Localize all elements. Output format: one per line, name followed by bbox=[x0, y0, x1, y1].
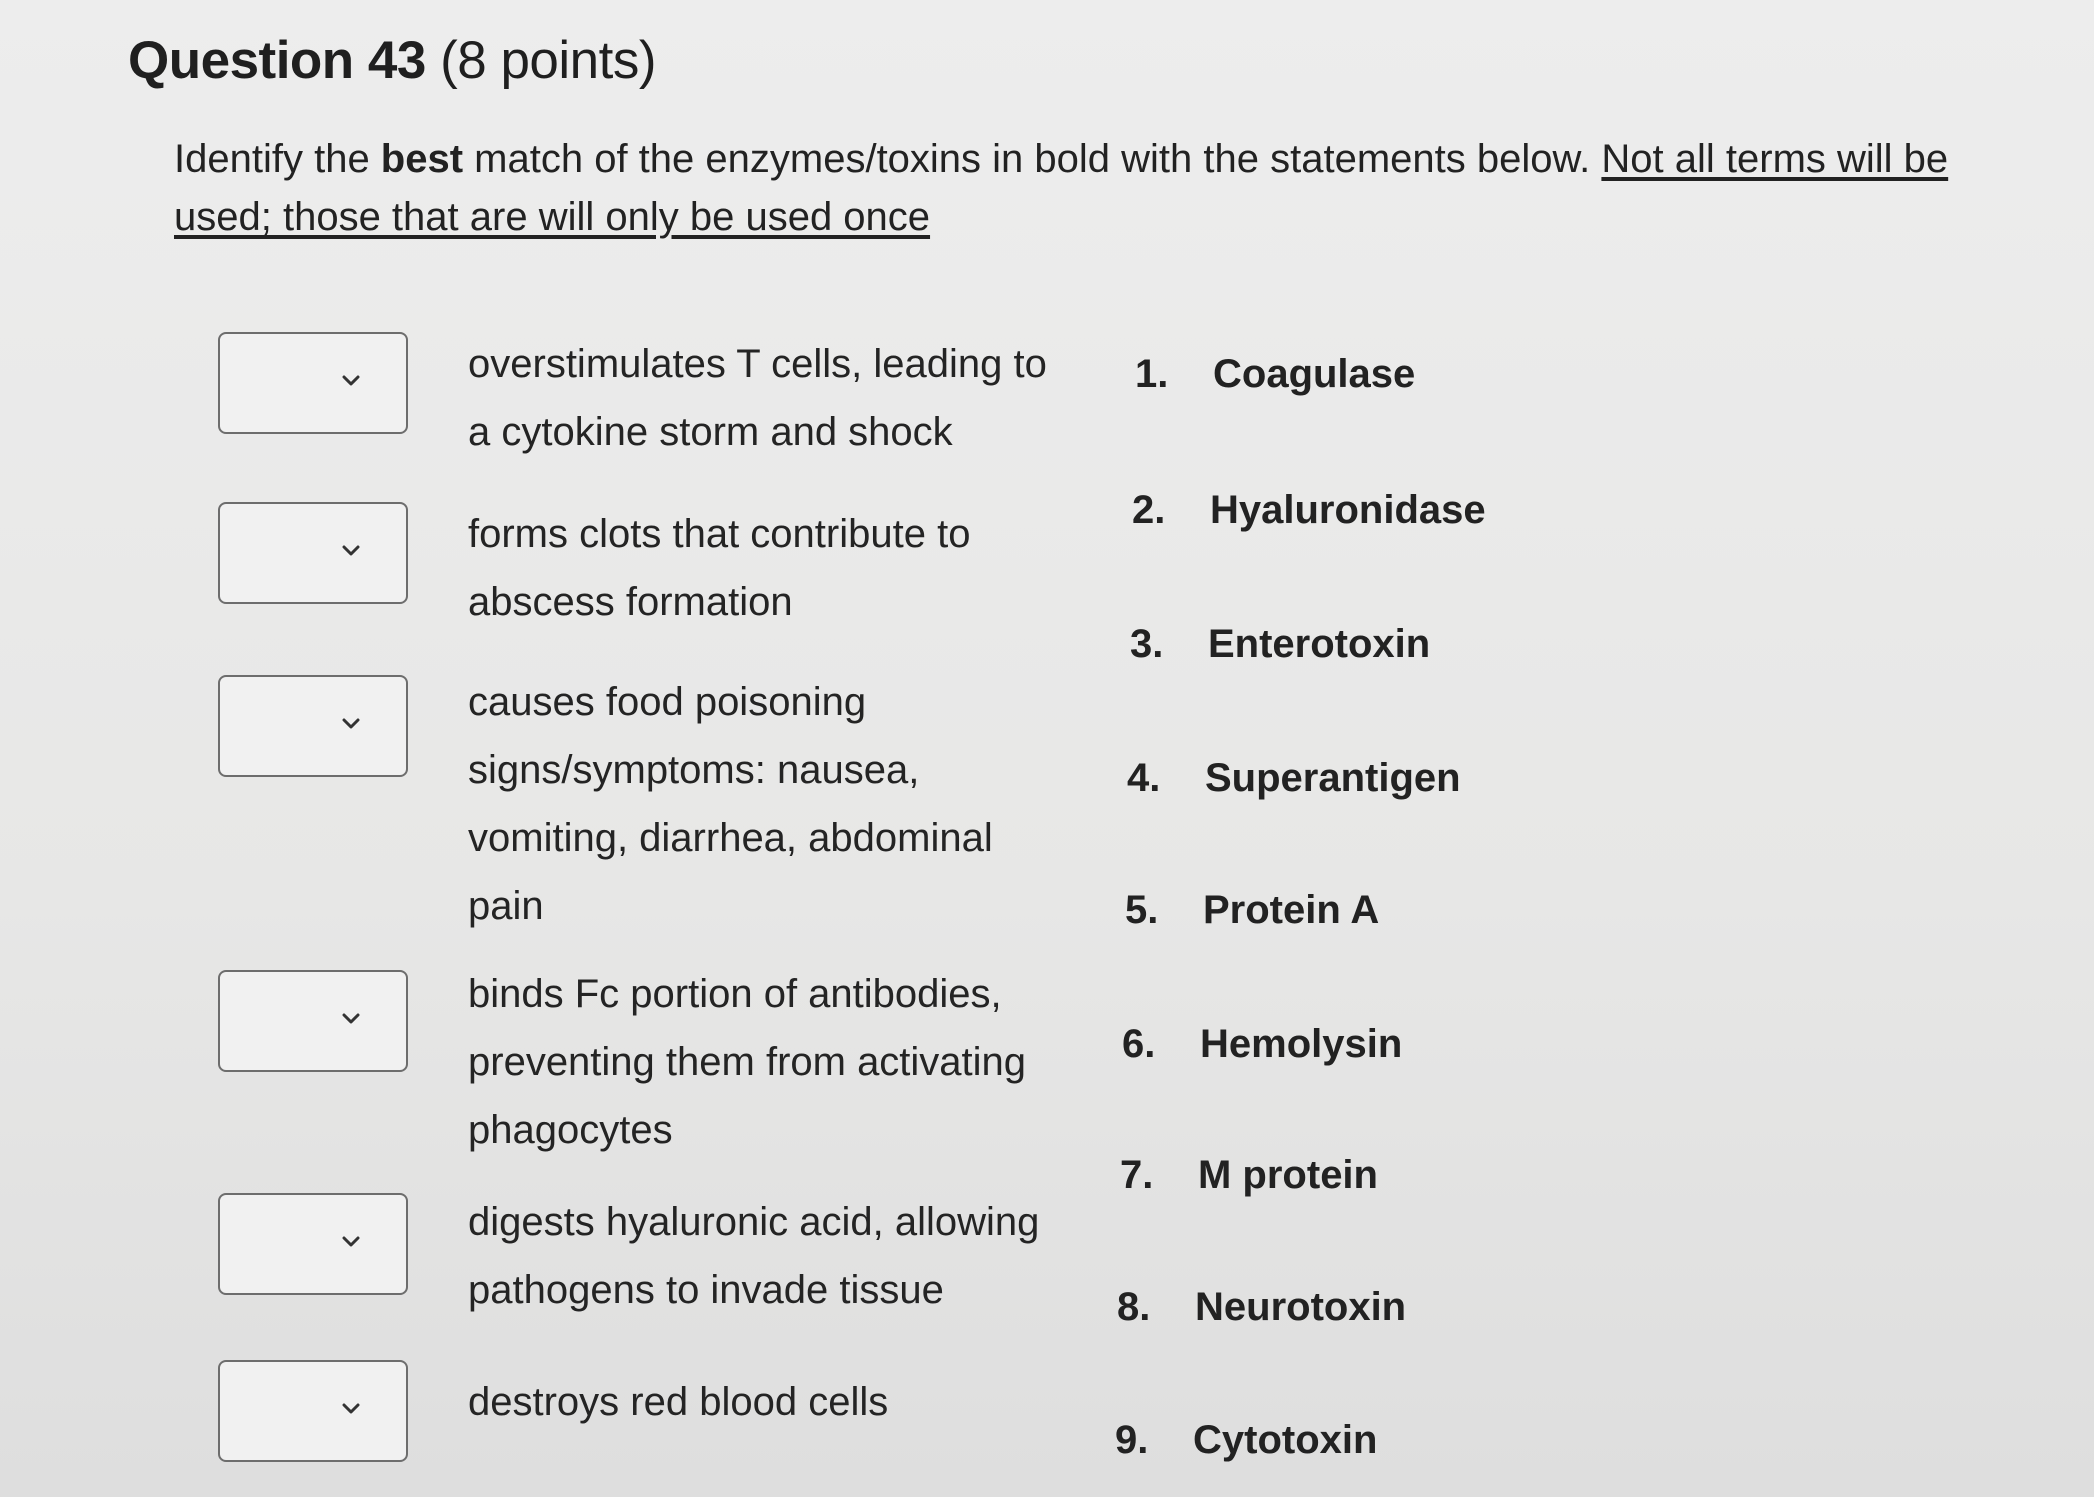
term-name: M protein bbox=[1198, 1153, 1378, 1197]
match-statement: digests hyaluronic acid, allowing pathog… bbox=[468, 1200, 1040, 1312]
term-name: Hyaluronidase bbox=[1210, 488, 1486, 532]
term-number: 7. bbox=[1120, 1153, 1154, 1197]
chevron-down-icon bbox=[342, 718, 360, 729]
instructions-bold: best bbox=[380, 137, 464, 181]
term-number: 4. bbox=[1127, 756, 1161, 800]
term-name: Cytotoxin bbox=[1193, 1418, 1378, 1462]
term-number: 1. bbox=[1135, 352, 1169, 396]
term-number: 2. bbox=[1132, 488, 1166, 532]
term-name: Superantigen bbox=[1205, 756, 1461, 800]
match-statement: destroys red blood cells bbox=[468, 1380, 889, 1424]
question-title: Question 43 (8 points) bbox=[128, 30, 657, 91]
chevron-down-icon bbox=[342, 1013, 360, 1024]
term-item: 2. Hyaluronidase bbox=[1132, 488, 1486, 533]
term-item: 4. Superantigen bbox=[1127, 756, 1461, 801]
match-statement: causes food poisoning signs/symptoms: na… bbox=[468, 680, 993, 928]
term-number: 9. bbox=[1115, 1418, 1149, 1462]
match-dropdown[interactable] bbox=[218, 502, 408, 604]
term-number: 3. bbox=[1130, 622, 1164, 666]
question-points: (8 points) bbox=[440, 31, 657, 90]
match-dropdown[interactable] bbox=[218, 1193, 408, 1295]
chevron-down-icon bbox=[342, 545, 360, 556]
term-item: 5. Protein A bbox=[1125, 888, 1379, 933]
match-dropdown[interactable] bbox=[218, 332, 408, 434]
term-number: 6. bbox=[1122, 1022, 1156, 1066]
match-dropdown[interactable] bbox=[218, 675, 408, 777]
match-statement: overstimulates T cells, leading to a cyt… bbox=[468, 342, 1047, 454]
term-item: 9. Cytotoxin bbox=[1115, 1418, 1377, 1463]
term-name: Coagulase bbox=[1213, 352, 1416, 396]
term-item: 6. Hemolysin bbox=[1122, 1022, 1402, 1067]
chevron-down-icon bbox=[342, 375, 360, 386]
term-item: 3. Enterotoxin bbox=[1130, 622, 1430, 667]
term-name: Protein A bbox=[1203, 888, 1380, 932]
term-number: 8. bbox=[1117, 1285, 1151, 1329]
term-item: 1. Coagulase bbox=[1135, 352, 1415, 397]
match-dropdown[interactable] bbox=[218, 1360, 408, 1462]
match-statement: binds Fc portion of antibodies, preventi… bbox=[468, 972, 1027, 1152]
chevron-down-icon bbox=[342, 1403, 360, 1414]
chevron-down-icon bbox=[342, 1236, 360, 1247]
match-dropdown[interactable] bbox=[218, 970, 408, 1072]
match-statement: forms clots that contribute to abscess f… bbox=[468, 512, 971, 624]
term-name: Hemolysin bbox=[1200, 1022, 1403, 1066]
question-instructions: Identify the best match of the enzymes/t… bbox=[174, 130, 2004, 246]
question-number: Question 43 bbox=[128, 31, 426, 90]
term-name: Neurotoxin bbox=[1195, 1285, 1407, 1329]
term-item: 8. Neurotoxin bbox=[1117, 1285, 1406, 1330]
term-name: Enterotoxin bbox=[1208, 622, 1431, 666]
instructions-text-2: match of the enzymes/toxins in bold with… bbox=[463, 137, 1602, 181]
term-number: 5. bbox=[1125, 888, 1159, 932]
term-item: 7. M protein bbox=[1120, 1153, 1378, 1198]
instructions-text: Identify the bbox=[174, 137, 381, 181]
